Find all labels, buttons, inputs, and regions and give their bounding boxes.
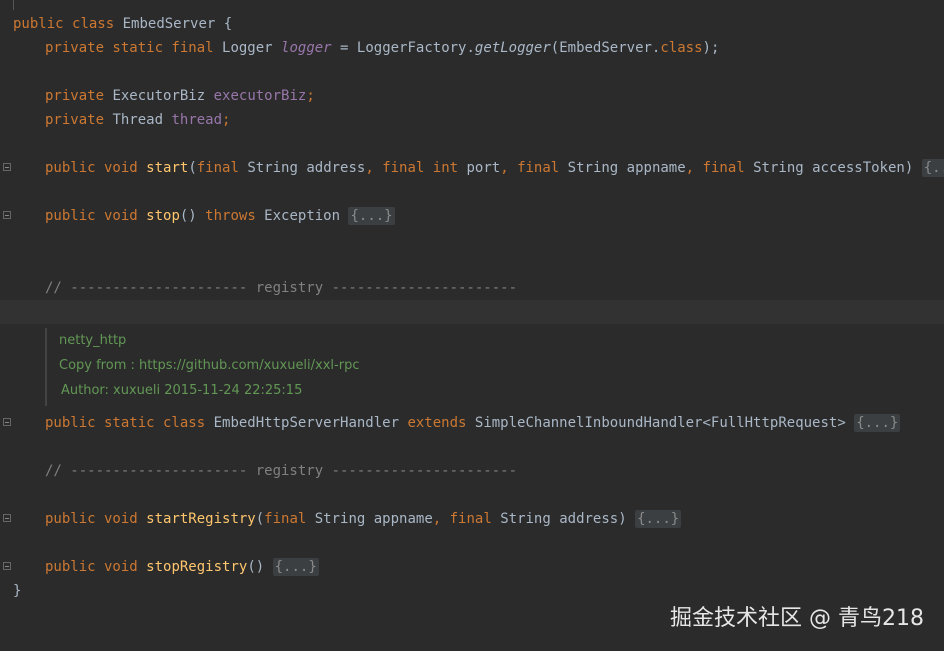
keyword: public void	[45, 511, 138, 527]
code-line-handler[interactable]: public static class EmbedHttpServerHandl…	[0, 411, 944, 435]
code-line-comment[interactable]: // --------------------- registry ------…	[0, 459, 944, 483]
call-arg: (EmbedServer.	[550, 40, 661, 56]
paren: )	[904, 160, 922, 176]
brace: {	[215, 16, 233, 32]
brace: }	[13, 583, 22, 599]
param: String accessToken	[744, 160, 905, 176]
code-line-start[interactable]: public void start(final String address, …	[0, 156, 944, 180]
doc-line: netty_http	[59, 333, 127, 348]
field-name: logger	[281, 40, 332, 56]
operator: =	[331, 40, 357, 56]
param: String address	[491, 511, 619, 527]
method-name: stop	[146, 208, 180, 224]
param: String appname	[559, 160, 686, 176]
keyword: private	[45, 112, 105, 128]
code-line-logger[interactable]: private static final Logger logger = Log…	[0, 36, 944, 60]
keyword: final	[449, 511, 492, 527]
folded-block[interactable]: {...}	[348, 207, 395, 225]
keyword: public static class	[45, 415, 206, 431]
line-comment: // --------------------- registry ------…	[45, 463, 518, 479]
keyword: private static final	[45, 40, 214, 56]
field-name: executorBiz	[213, 88, 307, 104]
method-name: startRegistry	[146, 511, 256, 527]
parent-class: SimpleChannelInboundHandler<FullHttpRequ…	[466, 415, 855, 431]
gutter-marker	[13, 0, 14, 10]
keyword: final	[702, 160, 745, 176]
param: port	[458, 160, 501, 176]
keyword: public void	[45, 559, 138, 575]
method-call: getLogger	[474, 40, 551, 56]
keyword: final	[196, 160, 239, 176]
class-name: EmbedServer	[122, 16, 216, 32]
paren: ()	[247, 559, 273, 575]
keyword: final	[264, 511, 307, 527]
folded-block[interactable]: {...}	[921, 159, 944, 177]
keyword: final	[517, 160, 560, 176]
keyword: class	[72, 16, 115, 32]
paren: )	[618, 511, 636, 527]
type-name: Logger	[222, 40, 273, 56]
code-line-stop[interactable]: public void stop() throws Exception {...…	[0, 204, 944, 228]
keyword: throws	[205, 208, 256, 224]
rendered-javadoc: netty_http Copy from : https://github.co…	[45, 328, 459, 406]
code-line-stop-registry[interactable]: public void stopRegistry() {...}	[0, 555, 944, 579]
line-comment: // --------------------- registry ------…	[45, 280, 518, 296]
terminator: ;	[306, 88, 315, 104]
fold-toggle-icon[interactable]	[3, 418, 11, 426]
keyword: private	[45, 88, 105, 104]
code-line-executor[interactable]: private ExecutorBiz executorBiz;	[0, 84, 944, 108]
fold-toggle-icon[interactable]	[3, 163, 11, 171]
param: String appname	[306, 511, 433, 527]
code-line-thread[interactable]: private Thread thread;	[0, 108, 944, 132]
fold-toggle-icon[interactable]	[3, 562, 11, 570]
code-editor[interactable]: public class EmbedServer { private stati…	[0, 0, 944, 650]
type-name: Thread	[112, 112, 164, 128]
param: String address	[238, 160, 366, 176]
exception-type: Exception	[255, 208, 349, 224]
separator: ,	[685, 160, 703, 176]
watermark-text: 掘金技术社区 @ 青鸟218	[670, 606, 924, 631]
separator: ,	[365, 160, 383, 176]
terminator: );	[702, 40, 720, 56]
paren: (	[188, 160, 197, 176]
folded-block[interactable]: {...}	[854, 414, 901, 432]
folded-block[interactable]: {...}	[272, 558, 319, 576]
separator: ,	[432, 511, 450, 527]
separator: ,	[500, 160, 518, 176]
method-name: start	[146, 160, 189, 176]
keyword: public	[13, 16, 64, 32]
code-line-comment[interactable]: // --------------------- registry ------…	[0, 276, 944, 300]
method-name: stopRegistry	[146, 559, 248, 575]
doc-line: Copy from : https://github.com/xuxueli/x…	[59, 358, 360, 373]
code-line-start-registry[interactable]: public void startRegistry(final String a…	[0, 507, 944, 531]
paren: (	[255, 511, 265, 527]
code-line-current[interactable]	[0, 300, 944, 324]
field-name: thread	[171, 112, 223, 128]
keyword: final int	[382, 160, 459, 176]
keyword: class	[660, 40, 703, 56]
terminator: ;	[222, 112, 231, 128]
code-line-class-decl[interactable]: public class EmbedServer {	[0, 12, 944, 36]
keyword: public void	[45, 208, 138, 224]
call-object: LoggerFactory.	[356, 40, 475, 56]
fold-toggle-icon[interactable]	[3, 211, 11, 219]
paren: ()	[179, 208, 206, 224]
fold-toggle-icon[interactable]	[3, 514, 11, 522]
doc-line: Author: xuxueli 2015-11-24 22:25:15	[61, 383, 303, 398]
keyword: extends	[407, 415, 467, 431]
folded-block[interactable]: {...}	[635, 510, 682, 528]
keyword: public void	[45, 160, 138, 176]
type-name: ExecutorBiz	[112, 88, 206, 104]
class-name: EmbedHttpServerHandler	[205, 415, 408, 431]
